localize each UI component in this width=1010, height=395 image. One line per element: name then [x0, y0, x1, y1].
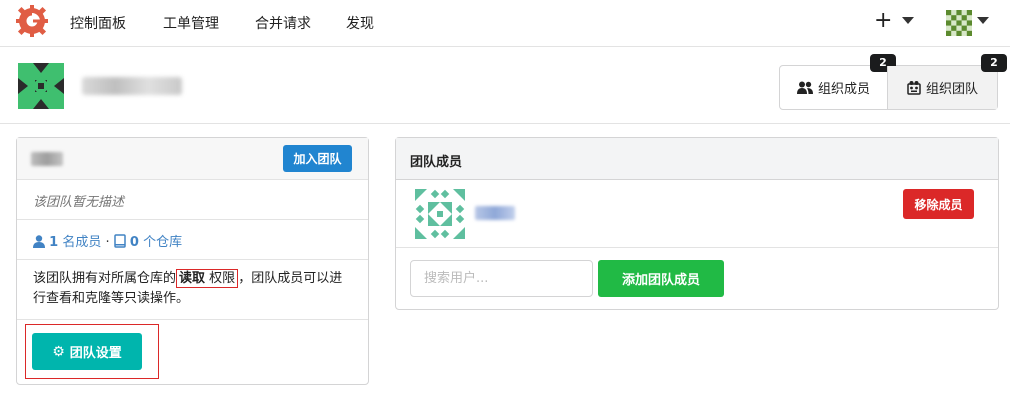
stats-separator: ·: [105, 235, 110, 250]
tab-org-members[interactable]: 组织成员 2: [780, 54, 896, 109]
user-icon: [33, 235, 49, 250]
tab-org-members-label: 组织成员: [817, 82, 870, 97]
team-members-link[interactable]: 1 名成员: [33, 235, 105, 250]
user-menu-caret-icon[interactable]: [977, 17, 989, 24]
team-members-header: 团队成员: [396, 138, 998, 180]
nav-pulls[interactable]: 合并请求: [255, 13, 311, 33]
team-settings-label: 团队设置: [69, 346, 122, 361]
plus-icon[interactable]: +: [874, 8, 892, 33]
permission-highlight: 读取 权限: [176, 269, 239, 288]
list-item: 移除成员: [396, 180, 998, 248]
join-team-button[interactable]: 加入团队: [283, 145, 352, 172]
team-card-header: 加入团队: [17, 138, 368, 180]
tab-org-teams[interactable]: 组织团队 2: [887, 54, 1007, 109]
caret-down-icon[interactable]: [902, 17, 914, 24]
team-settings-area: ⚙ 团队设置: [17, 320, 368, 384]
teams-count-badge: 2: [981, 54, 1007, 72]
team-settings-button[interactable]: ⚙ 团队设置: [32, 333, 142, 370]
team-repos-label: 个仓库: [143, 235, 183, 250]
gear-icon: ⚙: [52, 343, 65, 360]
org-tabs: 组织成员 2 组织团队 2: [779, 54, 1007, 110]
member-avatar[interactable]: [415, 189, 465, 239]
nav-dashboard[interactable]: 控制面板: [70, 13, 126, 33]
team-info-card: 加入团队 该团队暂无描述 1 名成员 · 0 个仓库 该团队拥有对所属仓库的 读取…: [16, 137, 369, 385]
team-members-count: 1: [49, 235, 59, 250]
team-stats: 1 名成员 · 0 个仓库: [17, 220, 368, 260]
team-name-redacted: [31, 152, 63, 166]
avatar[interactable]: [946, 10, 972, 36]
team-members-card: 团队成员 移除成员 添加团队成员: [395, 137, 999, 310]
top-navbar: 控制面板 工单管理 合并请求 发现 +: [0, 0, 1010, 47]
org-avatar: [18, 63, 64, 109]
search-user-input[interactable]: [410, 260, 593, 297]
org-name-redacted: [82, 77, 182, 95]
remove-member-button[interactable]: 移除成员: [903, 189, 974, 219]
team-description: 该团队暂无描述: [17, 180, 368, 220]
tab-org-teams-label: 组织团队: [925, 82, 978, 97]
gitea-logo-icon[interactable]: [16, 5, 48, 37]
users-icon: [796, 81, 813, 94]
perm-prefix: 该团队拥有对所属仓库的: [33, 271, 177, 286]
book-icon: [114, 234, 130, 250]
nav-issues[interactable]: 工单管理: [163, 13, 219, 33]
team-icon: [907, 81, 921, 95]
member-name-redacted[interactable]: [475, 206, 515, 220]
team-repos-link[interactable]: 0 个仓库: [114, 234, 183, 250]
add-team-member-button[interactable]: 添加团队成员: [598, 260, 724, 297]
perm-word: 权限: [209, 271, 236, 286]
team-repos-count: 0: [129, 235, 139, 250]
team-permission-text: 该团队拥有对所属仓库的 读取 权限 ，团队成员可以进行查看和克隆等只读操作。: [17, 260, 368, 320]
org-header: 组织成员 2 组织团队 2: [0, 48, 1010, 124]
perm-level: 读取: [179, 271, 206, 286]
nav-explore[interactable]: 发现: [346, 13, 374, 33]
team-members-label: 名成员: [62, 235, 102, 250]
